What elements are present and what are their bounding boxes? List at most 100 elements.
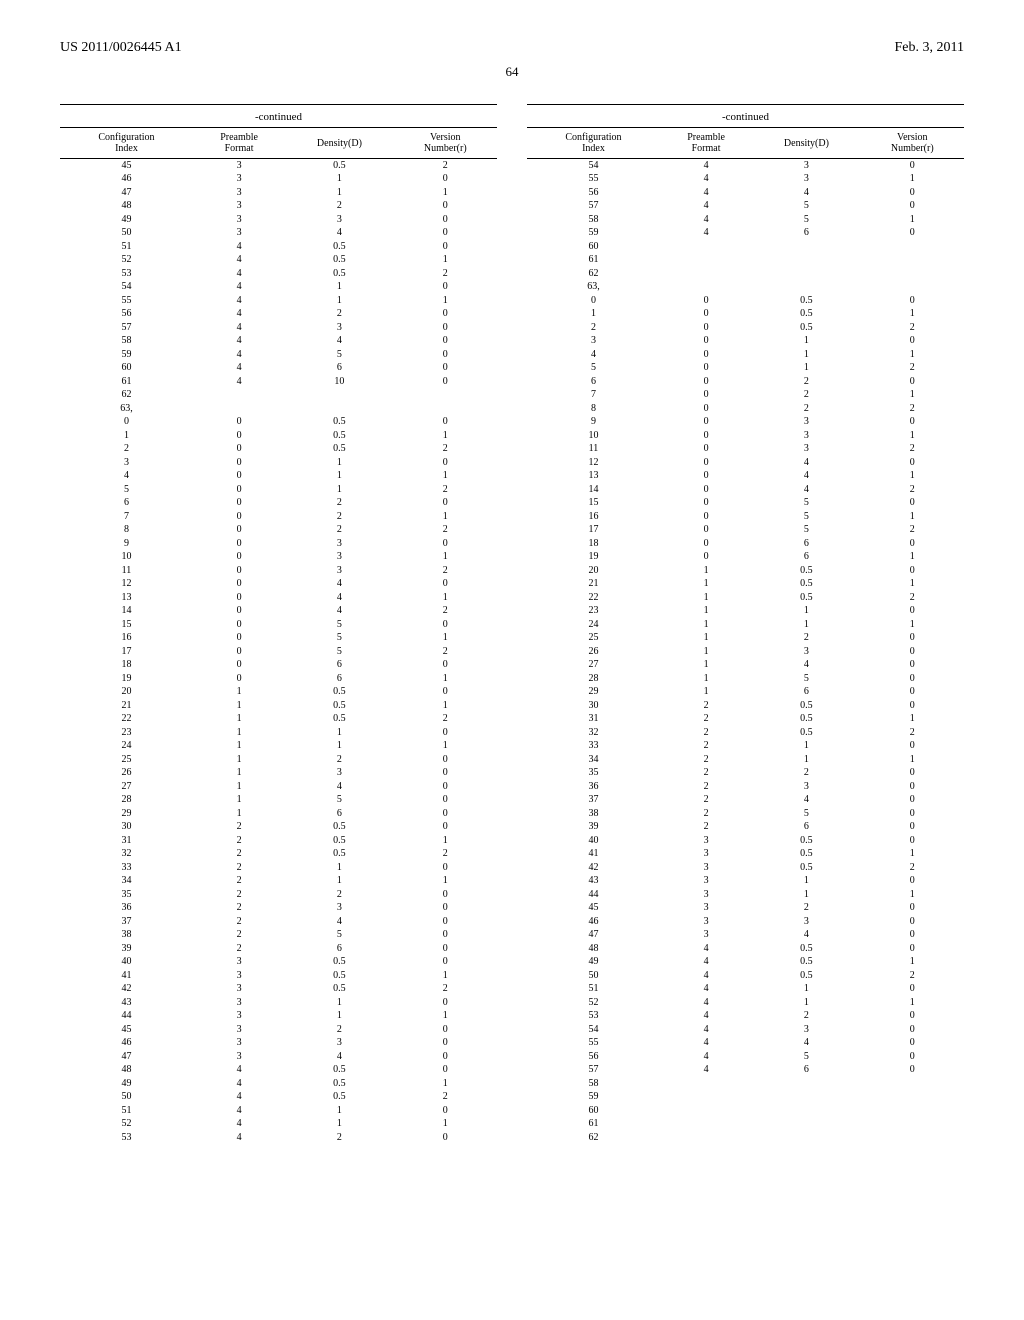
table-row: 000.50 [60, 416, 497, 430]
table-row: 61 [527, 1118, 964, 1132]
table-cell: 0 [394, 308, 497, 322]
table-cell: 0 [861, 1037, 964, 1051]
table-cell: 0 [861, 686, 964, 700]
table-cell: 0 [394, 1131, 497, 1145]
table-row: 58440 [60, 335, 497, 349]
table-cell: 4 [285, 227, 393, 241]
table-cell: 56 [527, 1050, 660, 1064]
table-cell: 4 [193, 321, 285, 335]
table-row: 56420 [60, 308, 497, 322]
table-cell: 0.5 [752, 321, 860, 335]
table-cell: 3 [752, 645, 860, 659]
table-row: 11032 [60, 564, 497, 578]
table-cell: 57 [60, 321, 193, 335]
table-cell: 62 [527, 1131, 660, 1145]
table-cell: 0 [660, 348, 752, 362]
table-cell [285, 402, 393, 416]
table-cell: 1 [752, 605, 860, 619]
table-cell: 2 [861, 969, 964, 983]
table-cell: 59 [527, 227, 660, 241]
table-row: 56450 [527, 1050, 964, 1064]
table-row: 5012 [60, 483, 497, 497]
table-cell: 53 [60, 267, 193, 281]
table-cell: 2 [527, 321, 660, 335]
table-cell: 4 [660, 200, 752, 214]
table-cell: 2 [285, 753, 393, 767]
table-cell [752, 281, 860, 295]
table-cell: 1 [861, 578, 964, 592]
table-row: 5040.52 [60, 1091, 497, 1105]
table-cell: 0 [394, 686, 497, 700]
table-cell: 58 [527, 213, 660, 227]
table-cell: 0 [394, 227, 497, 241]
table-row: 200.52 [60, 443, 497, 457]
table-cell: 0 [394, 348, 497, 362]
table-cell: 1 [660, 618, 752, 632]
table-cell: 45 [60, 1023, 193, 1037]
table-cell: 2 [660, 821, 752, 835]
table-cell: 2 [394, 1091, 497, 1105]
table-row: 51410 [527, 983, 964, 997]
table-cell: 60 [60, 362, 193, 376]
table-cell: 0 [861, 1023, 964, 1037]
table-cell: 27 [527, 659, 660, 673]
table-cell: 4 [660, 173, 752, 187]
table-cell: 0 [394, 416, 497, 430]
table-cell: 2 [861, 524, 964, 538]
table-row: 614100 [60, 375, 497, 389]
table-cell: 0 [394, 335, 497, 349]
table-row: 36230 [60, 902, 497, 916]
table-cell: 0.5 [285, 416, 393, 430]
table-cell: 46 [60, 173, 193, 187]
table-cell: 0 [861, 794, 964, 808]
table-cell [752, 1104, 860, 1118]
table-row: 53420 [527, 1010, 964, 1024]
table-cell: 2 [193, 915, 285, 929]
table-cell: 0 [394, 807, 497, 821]
table-cell: 4 [193, 281, 285, 295]
table-cell: 0 [394, 362, 497, 376]
table-cell: 0 [660, 389, 752, 403]
table-cell: 2 [394, 267, 497, 281]
two-column-layout: -continued ConfigurationIndex PreambleFo… [60, 104, 964, 1145]
table-cell: 0 [394, 780, 497, 794]
table-cell: 0 [861, 821, 964, 835]
table-cell [660, 1077, 752, 1091]
table-cell: 0.5 [752, 699, 860, 713]
table-cell: 1 [394, 294, 497, 308]
table-cell: 3 [660, 929, 752, 943]
table-cell: 3 [60, 456, 193, 470]
table-cell: 60 [527, 240, 660, 254]
table-cell: 0 [394, 794, 497, 808]
table-cell: 1 [394, 429, 497, 443]
table-cell: 1 [752, 335, 860, 349]
table-cell: 3 [193, 969, 285, 983]
table-cell: 12 [60, 578, 193, 592]
table-cell: 50 [60, 1091, 193, 1105]
table-row: 47340 [527, 929, 964, 943]
table-cell: 2 [285, 1023, 393, 1037]
table-row: 55440 [527, 1037, 964, 1051]
table-cell: 1 [861, 470, 964, 484]
table-cell: 0.5 [285, 969, 393, 983]
table-cell: 4 [660, 213, 752, 227]
table-cell: 0.5 [285, 1077, 393, 1091]
table-cell: 2 [752, 902, 860, 916]
table-cell: 3 [527, 335, 660, 349]
table-row: 10031 [527, 429, 964, 443]
table-row: 5140.50 [60, 240, 497, 254]
table-row: 33210 [60, 861, 497, 875]
table-cell: 2 [193, 861, 285, 875]
table-cell: 4 [285, 915, 393, 929]
table-cell: 2 [285, 888, 393, 902]
table-cell: 0 [861, 335, 964, 349]
table-cell [861, 254, 964, 268]
table-cell: 6 [752, 227, 860, 241]
table-cell: 5 [752, 807, 860, 821]
table-cell: 3 [193, 173, 285, 187]
table-cell: 1 [285, 173, 393, 187]
table-cell: 2 [861, 443, 964, 457]
table-cell: 3 [193, 1023, 285, 1037]
table-row: 60 [527, 1104, 964, 1118]
table-cell: 1 [752, 362, 860, 376]
